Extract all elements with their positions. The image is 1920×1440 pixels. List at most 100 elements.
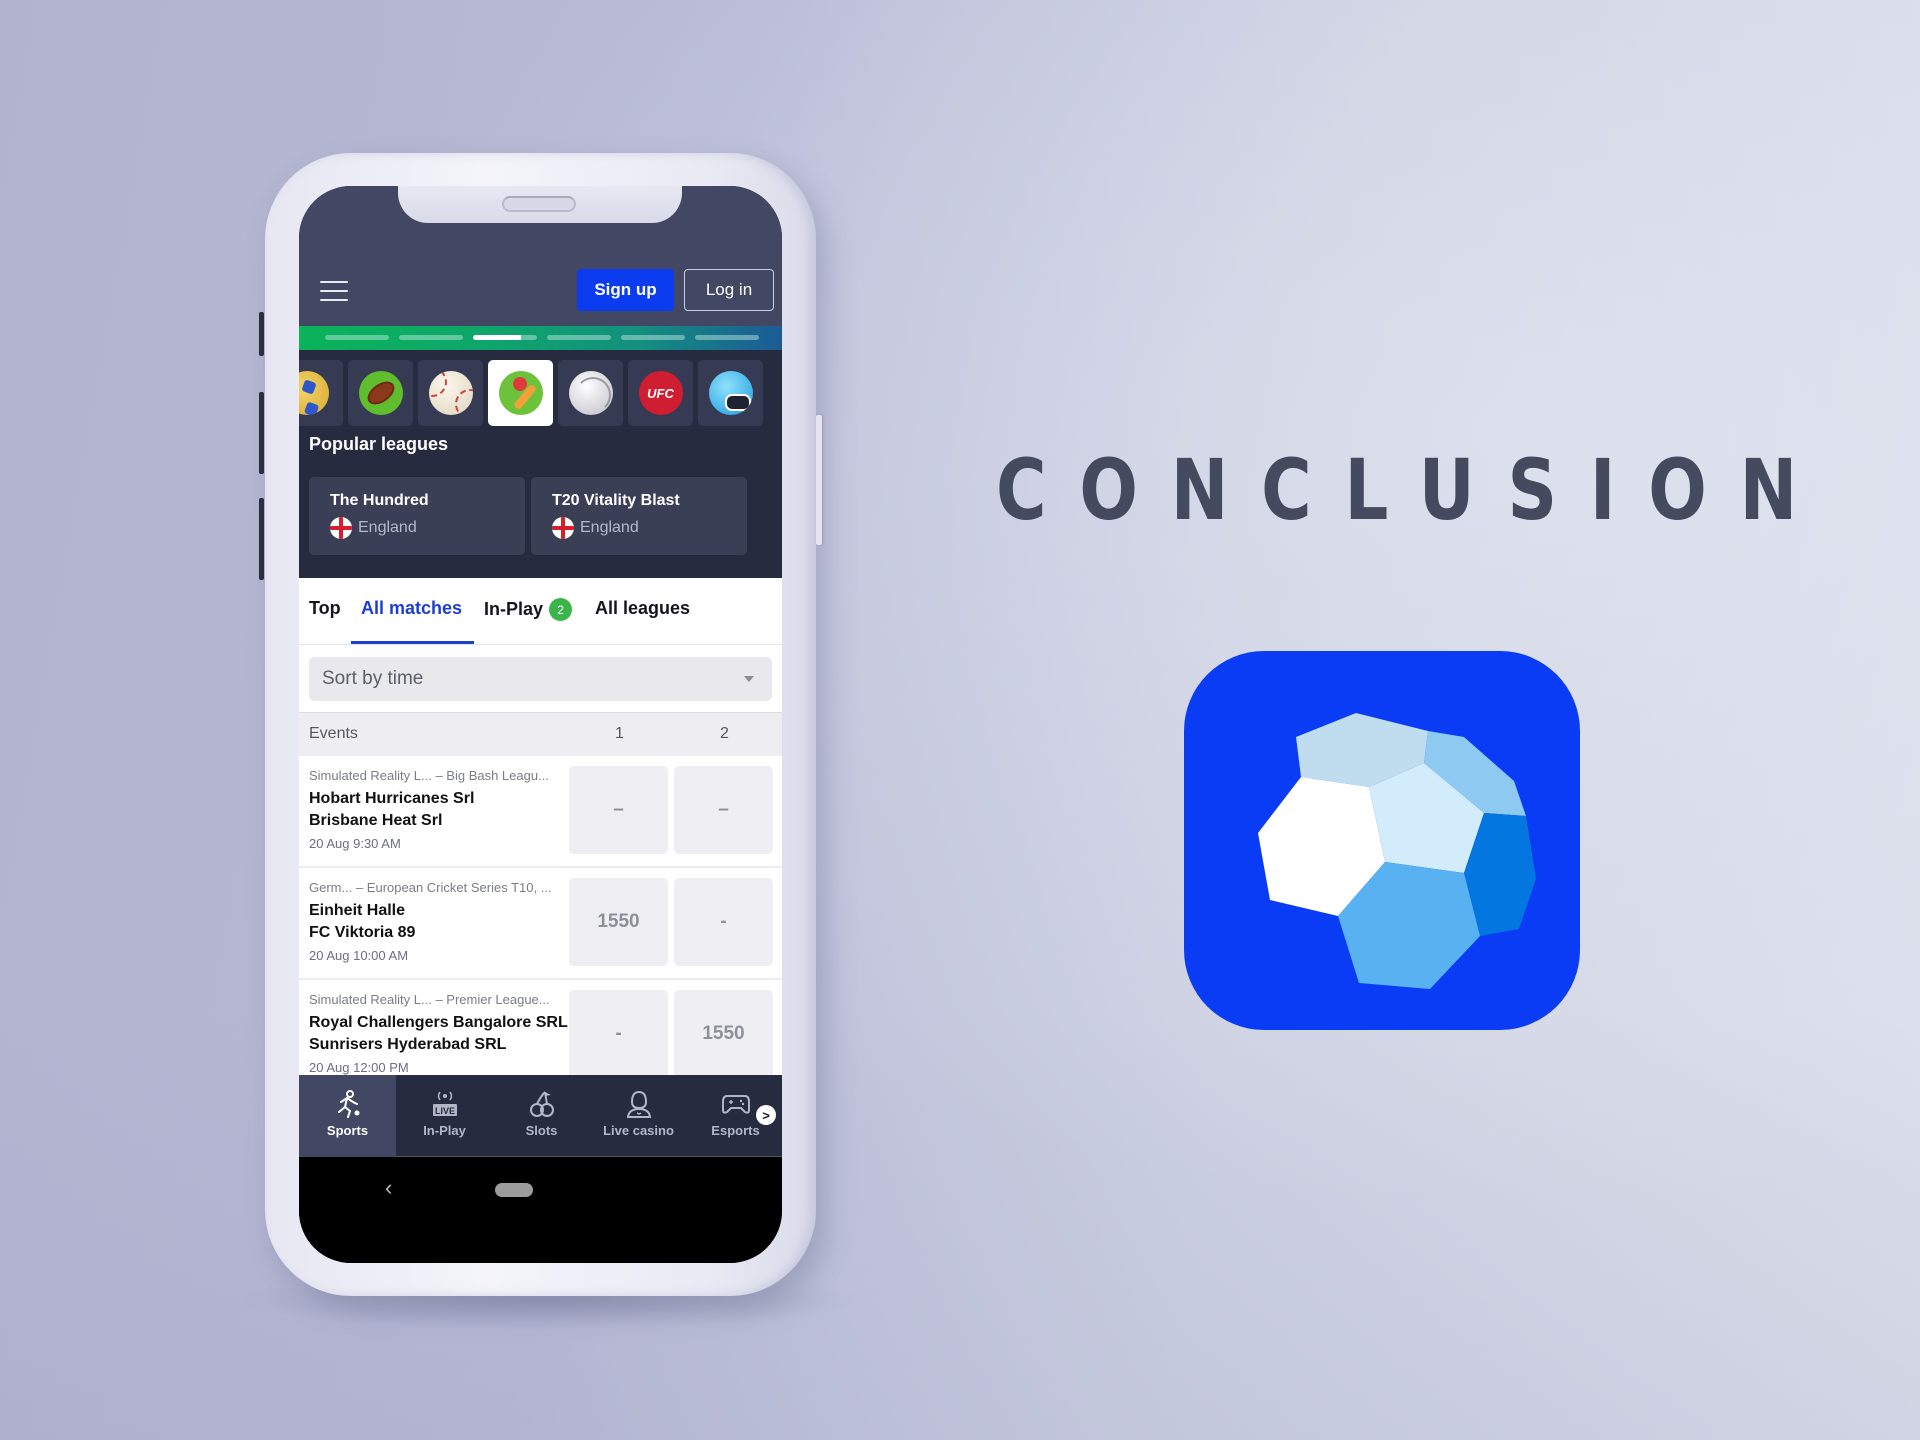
tab-top[interactable]: Top bbox=[309, 598, 341, 619]
odds-button-2[interactable]: – bbox=[674, 766, 773, 854]
svg-text:LIVE: LIVE bbox=[434, 1106, 454, 1116]
event-row[interactable]: Simulated Reality L... – Premier League.… bbox=[299, 980, 782, 1075]
sport-tile-esports[interactable] bbox=[698, 360, 763, 426]
events-column-header: Events bbox=[309, 725, 358, 742]
event-row[interactable]: Simulated Reality L... – Big Bash Leagu.… bbox=[299, 756, 782, 868]
gamepad-icon bbox=[721, 1089, 751, 1119]
league-country-label: England bbox=[358, 519, 417, 536]
nav-label: In-Play bbox=[423, 1123, 466, 1138]
odds-button-1[interactable]: - bbox=[569, 990, 668, 1075]
odds-button-2[interactable]: 1550 bbox=[674, 990, 773, 1075]
sport-tile-handball[interactable] bbox=[299, 360, 343, 426]
england-flag-icon bbox=[552, 517, 574, 539]
headline: CONCLUSION bbox=[996, 441, 1831, 539]
event-league: Simulated Reality L... – Big Bash Leagu.… bbox=[309, 768, 549, 783]
event-league: Simulated Reality L... – Premier League.… bbox=[309, 992, 550, 1007]
event-row[interactable]: Germ... – European Cricket Series T10, .… bbox=[299, 868, 782, 980]
phone-volume-down-button bbox=[259, 498, 264, 580]
banner-dot[interactable] bbox=[325, 335, 389, 340]
live-icon: LIVE bbox=[430, 1089, 460, 1119]
nav-label: Live casino bbox=[603, 1123, 674, 1138]
sort-selected-value: Sort by time bbox=[322, 668, 424, 689]
league-country: England bbox=[330, 517, 417, 539]
nav-item-live-casino[interactable]: Live casino bbox=[590, 1075, 687, 1157]
event-team-away: Brisbane Heat Srl bbox=[309, 812, 443, 829]
banner-dot[interactable] bbox=[621, 335, 685, 340]
volleyball-icon bbox=[568, 371, 613, 415]
hamburger-icon[interactable] bbox=[320, 281, 348, 301]
sports-runner-icon bbox=[335, 1089, 361, 1119]
banner-dot-active[interactable] bbox=[473, 335, 537, 340]
phone-power-button bbox=[816, 415, 822, 545]
american-football-icon bbox=[358, 371, 403, 415]
tab-label: All leagues bbox=[595, 598, 691, 618]
tab-in-play[interactable]: In-Play 2 bbox=[484, 598, 573, 621]
event-time: 20 Aug 10:00 AM bbox=[309, 948, 409, 963]
caret-down-icon bbox=[744, 676, 754, 682]
tab-label: Top bbox=[309, 598, 341, 618]
league-name: The Hundred bbox=[330, 492, 429, 509]
phone-screen: Sign up Log in UFC Popular leagues The H… bbox=[299, 186, 782, 1263]
tab-all-matches[interactable]: All matches bbox=[361, 598, 462, 619]
bottom-navigation: Sports LIVE In-Play Slots Live casino Es… bbox=[299, 1075, 782, 1157]
phone-mute-switch bbox=[259, 312, 264, 356]
odds-button-1[interactable]: 1550 bbox=[569, 878, 668, 966]
banner-dot[interactable] bbox=[399, 335, 463, 340]
tab-label: All matches bbox=[361, 598, 463, 618]
active-tab-indicator bbox=[351, 641, 474, 644]
phone-notch bbox=[398, 186, 682, 223]
in-play-count-badge: 2 bbox=[549, 598, 573, 621]
event-team-home: Einheit Halle bbox=[309, 902, 406, 919]
league-card-t20-vitality-blast[interactable]: T20 Vitality Blast England bbox=[531, 477, 747, 555]
banner-pagination bbox=[325, 335, 759, 340]
sport-tile-ufc[interactable]: UFC bbox=[628, 360, 693, 426]
sport-tile-baseball[interactable] bbox=[418, 360, 483, 426]
event-team-home: Hobart Hurricanes Srl bbox=[309, 790, 475, 807]
odds-button-1[interactable]: – bbox=[569, 766, 668, 854]
chevron-right-icon[interactable]: > bbox=[756, 1105, 776, 1125]
cherries-icon bbox=[529, 1089, 555, 1119]
nav-label: Esports bbox=[711, 1123, 760, 1138]
event-team-home: Royal Challengers Bangalore SRL bbox=[309, 1014, 568, 1031]
popular-leagues-title: Popular leagues bbox=[309, 434, 449, 454]
event-time: 20 Aug 12:00 PM bbox=[309, 1060, 409, 1075]
banner-dot[interactable] bbox=[547, 335, 611, 340]
sport-tile-cricket[interactable] bbox=[488, 360, 553, 426]
phone-speaker bbox=[502, 196, 576, 212]
odds-column-2-header: 2 bbox=[720, 725, 729, 742]
nav-label: Sports bbox=[326, 1123, 369, 1138]
tab-all-leagues[interactable]: All leagues bbox=[595, 598, 690, 619]
system-back-icon[interactable]: ‹ bbox=[385, 1175, 392, 1201]
nav-label: Slots bbox=[525, 1123, 558, 1138]
sport-tile-volleyball[interactable] bbox=[558, 360, 623, 426]
sport-tile-american-football[interactable] bbox=[348, 360, 413, 426]
app-top-section: Sign up Log in UFC Popular leagues The H… bbox=[299, 186, 782, 578]
nav-item-slots[interactable]: Slots bbox=[493, 1075, 590, 1157]
league-country-label: England bbox=[580, 519, 639, 536]
match-tabs: Top All matches In-Play 2 All leagues bbox=[299, 578, 782, 645]
event-team-away: FC Viktoria 89 bbox=[309, 924, 416, 941]
nav-item-sports[interactable]: Sports bbox=[299, 1075, 396, 1157]
odds-button-2[interactable]: - bbox=[674, 878, 773, 966]
sort-dropdown[interactable]: Sort by time bbox=[309, 657, 772, 701]
esports-icon bbox=[708, 371, 753, 415]
phone-volume-up-button bbox=[259, 392, 264, 474]
log-in-button[interactable]: Log in bbox=[684, 269, 774, 311]
baseball-icon bbox=[428, 371, 473, 415]
cricket-icon bbox=[498, 371, 543, 415]
app-logo bbox=[1184, 651, 1580, 1030]
event-team-away: Sunrisers Hyderabad SRL bbox=[309, 1036, 507, 1053]
ufc-icon: UFC bbox=[638, 371, 683, 415]
league-card-the-hundred[interactable]: The Hundred England bbox=[309, 477, 525, 555]
system-home-pill[interactable] bbox=[495, 1183, 533, 1197]
matches-panel: Top All matches In-Play 2 All leagues So… bbox=[299, 578, 782, 1075]
league-name: T20 Vitality Blast bbox=[552, 492, 680, 509]
soccer-ball-logo-icon bbox=[1258, 713, 1536, 989]
sign-up-button[interactable]: Sign up bbox=[577, 269, 674, 311]
promo-banner[interactable] bbox=[299, 326, 782, 350]
tab-label: In-Play bbox=[484, 599, 544, 619]
odds-column-1-header: 1 bbox=[615, 725, 624, 742]
league-country: England bbox=[552, 517, 639, 539]
banner-dot[interactable] bbox=[695, 335, 759, 340]
nav-item-in-play[interactable]: LIVE In-Play bbox=[396, 1075, 493, 1157]
